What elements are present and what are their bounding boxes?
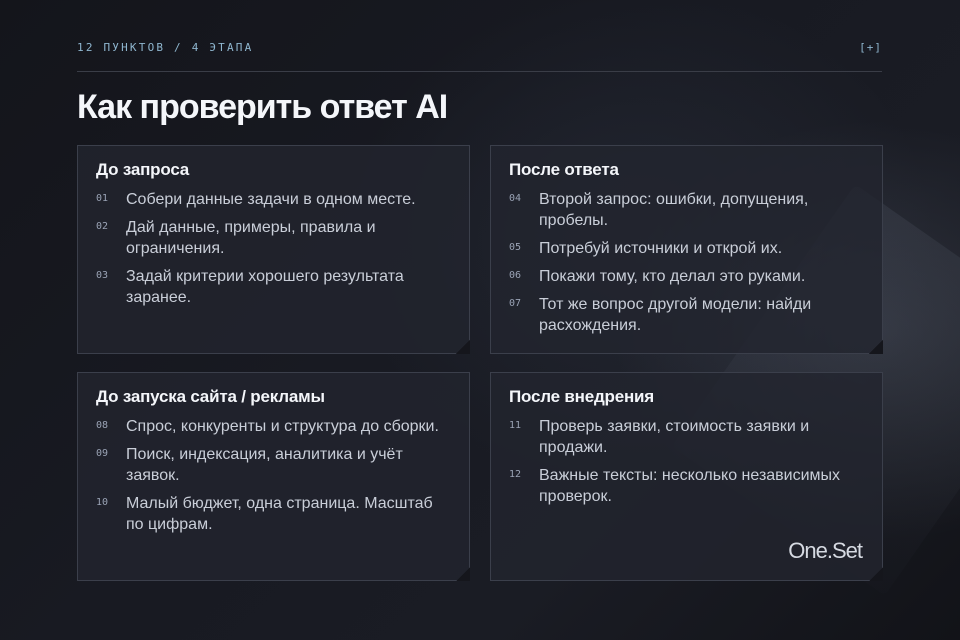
item-number: 05 (509, 242, 522, 253)
meta-label: 12 ПУНКТОВ / 4 ЭТАПА (77, 41, 254, 54)
item-text: Проверь заявки, стоимость заявки и прода… (539, 418, 810, 456)
item-number: 02 (96, 221, 109, 232)
item-text: Второй запрос: ошибки, допущения, пробел… (539, 191, 809, 229)
card-after-answer: После ответа 04 Второй запрос: ошибки, д… (490, 145, 883, 354)
item-number: 06 (509, 270, 522, 281)
expand-button[interactable]: [+] (859, 41, 882, 54)
item-text: Собери данные задачи в одном месте. (126, 191, 416, 208)
item-number: 04 (509, 193, 522, 204)
list-item: 10 Малый бюджет, одна страница. Масштаб … (96, 493, 451, 535)
item-number: 12 (509, 469, 522, 480)
item-text: Задай критерии хорошего результата заран… (126, 268, 404, 306)
card-before-request: До запроса 01 Собери данные задачи в одн… (77, 145, 470, 354)
item-text: Малый бюджет, одна страница. Масштаб по … (126, 495, 433, 533)
list-item: 03 Задай критерии хорошего результата за… (96, 266, 451, 308)
card-title: После ответа (509, 160, 619, 179)
top-bar: 12 ПУНКТОВ / 4 ЭТАПА [+] (77, 41, 882, 72)
list-item: 06 Покажи тому, кто делал это руками. (509, 266, 864, 287)
card-title: После внедрения (509, 387, 655, 406)
item-number: 10 (96, 497, 109, 508)
brand-logo: One.Set (788, 538, 863, 563)
item-number: 03 (96, 270, 109, 281)
list-item: 08 Спрос, конкуренты и структура до сбор… (96, 416, 451, 437)
page-title: Как проверить ответ AI (77, 88, 448, 126)
item-text: Тот же вопрос другой модели: найди расхо… (539, 296, 812, 334)
card-title: До запроса (96, 160, 190, 179)
list-item: 07 Тот же вопрос другой модели: найди ра… (509, 294, 864, 336)
item-number: 01 (96, 193, 109, 204)
list-item: 04 Второй запрос: ошибки, допущения, про… (509, 189, 864, 231)
item-number: 11 (509, 420, 522, 431)
item-number: 09 (96, 448, 109, 459)
list-item: 11 Проверь заявки, стоимость заявки и пр… (509, 416, 864, 458)
list-item: 05 Потребуй источники и открой их. (509, 238, 864, 259)
item-number: 07 (509, 298, 522, 309)
list-item: 12 Важные тексты: несколько независимых … (509, 465, 864, 507)
card-title: До запуска сайта / рекламы (96, 387, 325, 406)
item-text: Дай данные, примеры, правила и ограничен… (126, 219, 376, 257)
item-text: Важные тексты: несколько независимых про… (539, 467, 841, 505)
list-item: 09 Поиск, индексация, аналитика и учёт з… (96, 444, 451, 486)
item-number: 08 (96, 420, 109, 431)
list-item: 01 Собери данные задачи в одном месте. (96, 189, 451, 210)
card-after-implementation: После внедрения 11 Проверь заявки, стоим… (490, 372, 883, 581)
item-text: Покажи тому, кто делал это руками. (539, 268, 806, 285)
card-before-launch: До запуска сайта / рекламы 08 Спрос, кон… (77, 372, 470, 581)
list-item: 02 Дай данные, примеры, правила и ограни… (96, 217, 451, 259)
item-text: Потребуй источники и открой их. (539, 240, 783, 257)
item-text: Поиск, индексация, аналитика и учёт заяв… (126, 446, 403, 484)
item-text: Спрос, конкуренты и структура до сборки. (126, 418, 439, 435)
